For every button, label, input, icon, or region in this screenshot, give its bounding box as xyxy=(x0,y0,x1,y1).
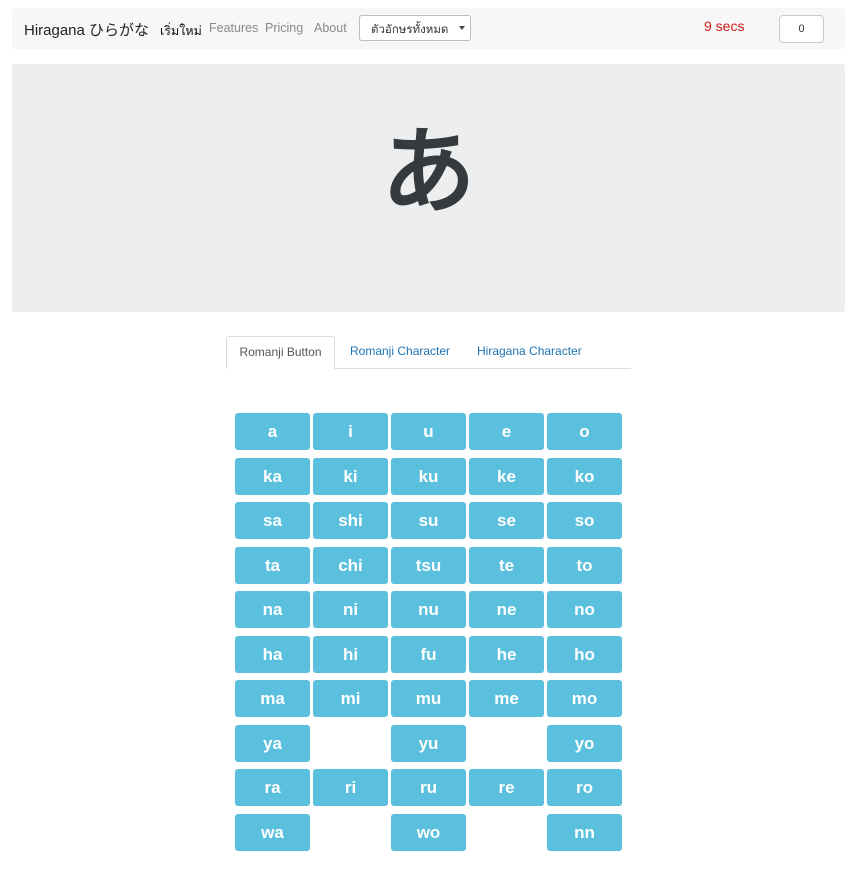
current-kana: あ xyxy=(381,118,476,227)
romanji-button-ko[interactable]: ko xyxy=(547,458,622,495)
countdown-timer: 9 secs xyxy=(704,18,745,34)
romanji-button-na[interactable]: na xyxy=(235,591,310,628)
brand-title[interactable]: Hiragana ひらがな xyxy=(24,19,149,40)
romanji-button-ri[interactable]: ri xyxy=(313,769,388,806)
tab-romanji-character[interactable]: Romanji Character xyxy=(350,336,450,368)
romanji-button-a[interactable]: a xyxy=(235,413,310,450)
romanji-button-su[interactable]: su xyxy=(391,502,466,539)
romanji-button-ke[interactable]: ke xyxy=(469,458,544,495)
romanji-button-nu[interactable]: nu xyxy=(391,591,466,628)
romanji-button-hi[interactable]: hi xyxy=(313,636,388,673)
romanji-button-ha[interactable]: ha xyxy=(235,636,310,673)
romanji-button-ku[interactable]: ku xyxy=(391,458,466,495)
chevron-down-icon xyxy=(459,26,465,30)
romanji-button-to[interactable]: to xyxy=(547,547,622,584)
romanji-button-ka[interactable]: ka xyxy=(235,458,310,495)
romanji-button-yu[interactable]: yu xyxy=(391,725,466,762)
top-navbar: Hiragana ひらがな เริ่มใหม่ Features Pricing… xyxy=(12,8,845,49)
romanji-button-e[interactable]: e xyxy=(469,413,544,450)
romanji-button-ra[interactable]: ra xyxy=(235,769,310,806)
romanji-button-ta[interactable]: ta xyxy=(235,547,310,584)
answer-mode-tabs: Romanji Button Romanji Character Hiragan… xyxy=(226,336,631,369)
romanji-button-re[interactable]: re xyxy=(469,769,544,806)
romanji-button-wa[interactable]: wa xyxy=(235,814,310,851)
nav-features-link[interactable]: Features xyxy=(209,21,258,35)
nav-about-link[interactable]: About xyxy=(314,21,347,35)
nav-pricing-link[interactable]: Pricing xyxy=(265,21,303,35)
romanji-button-ru[interactable]: ru xyxy=(391,769,466,806)
romanji-button-he[interactable]: he xyxy=(469,636,544,673)
score-field[interactable]: 0 xyxy=(779,15,824,43)
romanji-button-ya[interactable]: ya xyxy=(235,725,310,762)
romanji-button-ni[interactable]: ni xyxy=(313,591,388,628)
romanji-button-ho[interactable]: ho xyxy=(547,636,622,673)
tab-hiragana-character[interactable]: Hiragana Character xyxy=(477,336,582,368)
romanji-button-yo[interactable]: yo xyxy=(547,725,622,762)
romanji-button-se[interactable]: se xyxy=(469,502,544,539)
character-set-select[interactable]: ตัวอักษรทั้งหมด xyxy=(359,15,471,41)
kana-display-panel: あ xyxy=(12,64,845,312)
romanji-button-ki[interactable]: ki xyxy=(313,458,388,495)
romanji-button-te[interactable]: te xyxy=(469,547,544,584)
romanji-button-i[interactable]: i xyxy=(313,413,388,450)
romanji-button-ro[interactable]: ro xyxy=(547,769,622,806)
romanji-button-o[interactable]: o xyxy=(547,413,622,450)
romanji-button-mo[interactable]: mo xyxy=(547,680,622,717)
romanji-button-sa[interactable]: sa xyxy=(235,502,310,539)
character-set-value: ตัวอักษรทั้งหมด xyxy=(371,24,449,36)
romanji-button-fu[interactable]: fu xyxy=(391,636,466,673)
romanji-button-shi[interactable]: shi xyxy=(313,502,388,539)
romanji-button-mu[interactable]: mu xyxy=(391,680,466,717)
romanji-button-u[interactable]: u xyxy=(391,413,466,450)
romanji-button-wo[interactable]: wo xyxy=(391,814,466,851)
romanji-button-ne[interactable]: ne xyxy=(469,591,544,628)
romanji-button-me[interactable]: me xyxy=(469,680,544,717)
romanji-button-ma[interactable]: ma xyxy=(235,680,310,717)
nav-restart-link[interactable]: เริ่มใหม่ xyxy=(160,21,202,41)
romanji-button-nn[interactable]: nn xyxy=(547,814,622,851)
romanji-button-chi[interactable]: chi xyxy=(313,547,388,584)
romanji-button-mi[interactable]: mi xyxy=(313,680,388,717)
romanji-button-no[interactable]: no xyxy=(547,591,622,628)
tab-romanji-button[interactable]: Romanji Button xyxy=(226,336,335,369)
romanji-button-tsu[interactable]: tsu xyxy=(391,547,466,584)
romanji-button-so[interactable]: so xyxy=(547,502,622,539)
